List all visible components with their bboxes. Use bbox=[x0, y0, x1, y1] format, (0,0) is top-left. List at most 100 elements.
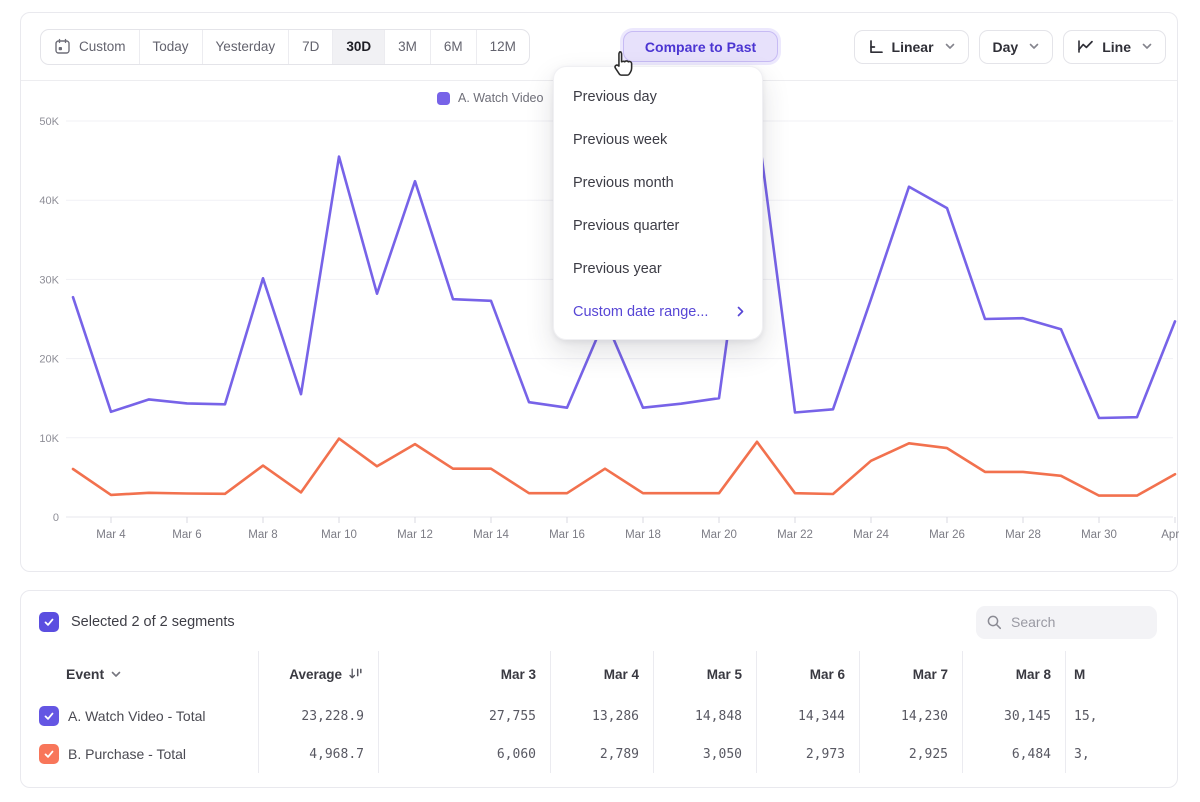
compare-menu-items: Previous dayPrevious weekPrevious monthP… bbox=[554, 75, 762, 290]
chart-options-group: Linear Day Line bbox=[854, 30, 1166, 64]
svg-text:50K: 50K bbox=[39, 116, 59, 128]
value-cell: 14,230 bbox=[859, 697, 962, 735]
analytics-dashboard: Custom Today Yesterday 7D 30D 3M 6M 12M Compare… bbox=[0, 0, 1200, 802]
value-cell: 30,145 bbox=[962, 697, 1065, 735]
linear-axis-icon bbox=[868, 39, 884, 55]
svg-text:Mar 12: Mar 12 bbox=[397, 529, 433, 541]
chevron-down-icon bbox=[111, 671, 121, 678]
table-header-date[interactable]: Mar 4 bbox=[550, 651, 653, 697]
menu-item-previous-week[interactable]: Previous week bbox=[554, 118, 762, 161]
date-preset-yesterday[interactable]: Yesterday bbox=[202, 30, 289, 64]
date-preset-6m[interactable]: 6M bbox=[430, 30, 476, 64]
value-cell: 13,286 bbox=[550, 697, 653, 735]
segments-table: Event Average Mar 3Mar 4Mar 5Mar 6Mar 7Mar… bbox=[21, 651, 1177, 773]
search-icon bbox=[986, 614, 1003, 631]
select-all-checkbox[interactable] bbox=[39, 612, 59, 632]
value-cell: 2,925 bbox=[859, 735, 962, 773]
search-input[interactable] bbox=[1011, 614, 1141, 630]
svg-text:Mar 14: Mar 14 bbox=[473, 529, 509, 541]
segments-table-card: Selected 2 of 2 segments Event Average Mar… bbox=[20, 590, 1178, 788]
compare-to-past-menu: Previous dayPrevious weekPrevious monthP… bbox=[553, 66, 763, 340]
date-range-picker: Custom Today Yesterday 7D 30D 3M 6M 12M bbox=[40, 29, 530, 65]
table-header-date[interactable]: Mar 8 bbox=[962, 651, 1065, 697]
chart-type-dropdown-button[interactable]: Line bbox=[1063, 30, 1166, 64]
segment-checkbox[interactable] bbox=[39, 744, 59, 764]
svg-text:20K: 20K bbox=[39, 354, 59, 366]
scale-dropdown-button[interactable]: Linear bbox=[854, 30, 969, 64]
preset-label: 7D bbox=[302, 39, 319, 54]
preset-label: Custom bbox=[79, 39, 126, 54]
legend-swatch-icon bbox=[437, 92, 450, 105]
table-header-date[interactable]: Mar 3 bbox=[378, 651, 550, 697]
table-header-date[interactable]: Mar 6 bbox=[756, 651, 859, 697]
svg-text:10K: 10K bbox=[39, 433, 59, 445]
segment-checkbox[interactable] bbox=[39, 706, 59, 726]
chevron-right-icon bbox=[737, 306, 744, 317]
date-preset-7d[interactable]: 7D bbox=[288, 30, 332, 64]
preset-label: Yesterday bbox=[216, 39, 276, 54]
chevron-down-icon bbox=[1142, 43, 1152, 50]
table-header-date[interactable]: Mar 7 bbox=[859, 651, 962, 697]
segments-bar: Selected 2 of 2 segments bbox=[21, 591, 1177, 651]
chevron-down-icon bbox=[1029, 43, 1039, 50]
preset-label: 3M bbox=[398, 39, 417, 54]
table-header-event[interactable]: Event bbox=[21, 651, 258, 697]
average-value-cell: 4,968.7 bbox=[258, 735, 378, 773]
svg-text:40K: 40K bbox=[39, 195, 59, 207]
value-cell: 6,060 bbox=[378, 735, 550, 773]
table-header-clipped: M bbox=[1065, 651, 1168, 697]
clipped-value-cell: 3, bbox=[1065, 735, 1168, 773]
menu-item-previous-quarter[interactable]: Previous quarter bbox=[554, 204, 762, 247]
table-row-label-cell: B. Purchase - Total bbox=[21, 735, 258, 773]
segment-label: A. Watch Video - Total bbox=[68, 708, 205, 724]
average-header-label: Average bbox=[289, 667, 342, 682]
svg-text:Mar 18: Mar 18 bbox=[625, 529, 661, 541]
menu-item-previous-day[interactable]: Previous day bbox=[554, 75, 762, 118]
svg-text:30K: 30K bbox=[39, 274, 59, 286]
svg-text:Mar 20: Mar 20 bbox=[701, 529, 737, 541]
menu-item-previous-year[interactable]: Previous year bbox=[554, 247, 762, 290]
preset-label: 30D bbox=[346, 39, 371, 54]
search-box[interactable] bbox=[976, 606, 1157, 639]
calendar-icon bbox=[54, 38, 71, 55]
svg-text:Mar 30: Mar 30 bbox=[1081, 529, 1117, 541]
legend-label: A. Watch Video bbox=[458, 91, 543, 105]
date-preset-12m[interactable]: 12M bbox=[476, 30, 529, 64]
menu-item-previous-month[interactable]: Previous month bbox=[554, 161, 762, 204]
table-header-average[interactable]: Average bbox=[258, 651, 378, 697]
svg-text:Mar 28: Mar 28 bbox=[1005, 529, 1041, 541]
compare-to-past-button[interactable]: Compare to Past bbox=[623, 31, 778, 62]
svg-text:Mar 8: Mar 8 bbox=[248, 529, 277, 541]
svg-text:Mar 16: Mar 16 bbox=[549, 529, 585, 541]
value-cell: 2,973 bbox=[756, 735, 859, 773]
sort-descending-icon bbox=[348, 667, 364, 681]
svg-text:Mar 26: Mar 26 bbox=[929, 529, 965, 541]
granularity-label: Day bbox=[993, 39, 1019, 55]
date-preset-custom[interactable]: Custom bbox=[41, 30, 139, 64]
date-preset-3m[interactable]: 3M bbox=[384, 30, 430, 64]
clipped-value-cell: 15, bbox=[1065, 697, 1168, 735]
legend-item[interactable]: A. Watch Video bbox=[437, 91, 543, 105]
svg-text:Mar 22: Mar 22 bbox=[777, 529, 813, 541]
value-cell: 14,848 bbox=[653, 697, 756, 735]
preset-label: 6M bbox=[444, 39, 463, 54]
menu-item-custom-date-range[interactable]: Custom date range... bbox=[554, 290, 762, 333]
segments-selected-label: Selected 2 of 2 segments bbox=[71, 614, 235, 630]
value-cell: 14,344 bbox=[756, 697, 859, 735]
date-preset-today[interactable]: Today bbox=[139, 30, 202, 64]
segment-label: B. Purchase - Total bbox=[68, 746, 186, 762]
table-row-label-cell: A. Watch Video - Total bbox=[21, 697, 258, 735]
preset-label: Today bbox=[153, 39, 189, 54]
value-cell: 6,484 bbox=[962, 735, 1065, 773]
date-preset-30d[interactable]: 30D bbox=[332, 30, 384, 64]
granularity-dropdown-button[interactable]: Day bbox=[979, 30, 1054, 64]
chevron-down-icon bbox=[945, 43, 955, 50]
line-chart-icon bbox=[1077, 39, 1094, 54]
value-cell: 27,755 bbox=[378, 697, 550, 735]
table-header-date[interactable]: Mar 5 bbox=[653, 651, 756, 697]
preset-label: 12M bbox=[490, 39, 516, 54]
svg-text:Apr 1: Apr 1 bbox=[1161, 529, 1179, 541]
scale-label: Linear bbox=[892, 39, 934, 55]
svg-text:0: 0 bbox=[53, 512, 59, 524]
svg-text:Mar 24: Mar 24 bbox=[853, 529, 889, 541]
